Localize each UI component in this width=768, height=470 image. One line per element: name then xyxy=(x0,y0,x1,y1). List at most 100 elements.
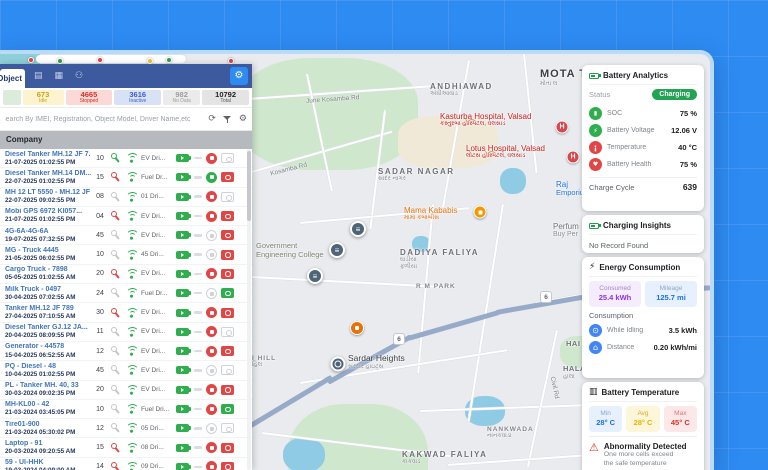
map-marker[interactable]: 6 xyxy=(540,291,552,303)
vehicle-row[interactable]: Diesel Tanker MH.14 DM... 22-07-2025 01:… xyxy=(0,168,252,187)
vehicle-row[interactable]: 59 - UI-HHK 19-03-2024 04:09:00 AM 14 09… xyxy=(0,458,252,470)
vehicle-name[interactable]: MH 12 LT 5550 - MH.12 JF 7... xyxy=(5,189,91,197)
map-marker[interactable] xyxy=(474,206,487,219)
power-status-icon[interactable] xyxy=(206,326,217,337)
power-status-icon[interactable] xyxy=(206,384,217,395)
camera-icon[interactable] xyxy=(221,327,234,337)
vehicle-row[interactable]: Cargo Truck - 7898 05-05-2025 01:02:55 A… xyxy=(0,265,252,284)
vehicle-name[interactable]: Laptop - 91 xyxy=(5,440,91,448)
power-status-icon[interactable] xyxy=(206,172,217,183)
vehicle-name[interactable]: Tire01-900 xyxy=(5,421,91,429)
vehicle-row[interactable]: Generator - 44578 15-04-2025 06:52:55 AM… xyxy=(0,342,252,361)
power-status-icon[interactable] xyxy=(206,423,217,434)
camera-icon[interactable] xyxy=(221,385,234,395)
company-group-header[interactable]: Company xyxy=(0,131,252,149)
vehicle-row[interactable]: Diesel Tanker MH.12 JF 7... 21-07-2025 0… xyxy=(0,149,252,168)
vehicle-list-scrollbar[interactable] xyxy=(247,149,251,470)
vehicle-name[interactable]: 59 - UI-HHK xyxy=(5,459,91,467)
vehicle-name[interactable]: Tanker MH.12 JF 789 xyxy=(5,305,91,313)
power-status-icon[interactable] xyxy=(206,288,217,299)
vehicle-row[interactable]: PL - Tanker MH. 40, 33 30-03-2024 09:02:… xyxy=(0,381,252,400)
network-icon[interactable]: ⚇ xyxy=(75,71,83,81)
camera-icon[interactable] xyxy=(221,288,234,298)
status-count-chip[interactable]: 4665 Stopped xyxy=(66,90,113,105)
vehicle-name[interactable]: MH-KL00 - 42 xyxy=(5,401,91,409)
camera-icon[interactable] xyxy=(221,365,234,375)
filter-icon[interactable] xyxy=(223,115,232,124)
camera-icon[interactable] xyxy=(221,443,234,453)
map-marker[interactable] xyxy=(331,357,346,372)
map-vehicle-dot[interactable] xyxy=(166,57,172,63)
map-vehicle-dot[interactable] xyxy=(28,57,34,63)
power-status-icon[interactable] xyxy=(206,153,217,164)
vehicle-row[interactable]: Diesel Tanker GJ.12 JA... 20-04-2025 08:… xyxy=(0,323,252,342)
vehicle-row[interactable]: MH-KL00 - 42 21-03-2024 03:45:05 PM 10 F… xyxy=(0,400,252,419)
vehicle-name[interactable]: PQ - Diesel - 48 xyxy=(5,363,91,371)
map-marker[interactable]: H xyxy=(556,121,569,134)
camera-icon[interactable] xyxy=(221,269,234,279)
vehicle-row[interactable]: Laptop - 91 20-03-2024 09:20:55 AM 15 08… xyxy=(0,438,252,457)
status-count-chip[interactable]: 10792 Total xyxy=(202,90,249,105)
vehicle-name[interactable]: Diesel Tanker MH.12 JF 7... xyxy=(5,151,91,159)
bin-icon[interactable]: ▤ xyxy=(34,71,43,81)
vehicle-row[interactable]: MG - Truck 4445 21-05-2025 06:02:55 PM 1… xyxy=(0,245,252,264)
vehicle-row[interactable]: MH 12 LT 5550 - MH.12 JF 7... 22-07-2025… xyxy=(0,188,252,207)
gear-icon[interactable]: ⚙ xyxy=(239,114,247,124)
power-status-icon[interactable] xyxy=(206,211,217,222)
camera-icon[interactable] xyxy=(221,192,234,202)
vehicle-row[interactable]: Milk Truck - 0497 30-04-2025 07:02:55 AM… xyxy=(0,284,252,303)
map-marker[interactable] xyxy=(350,321,364,335)
vehicle-name[interactable]: Mobi GPS 6972 KI057... xyxy=(5,208,91,216)
status-count-chip[interactable]: 3616 Inactive xyxy=(114,90,161,105)
tab-object[interactable]: Object xyxy=(0,69,25,88)
vehicle-row[interactable]: Mobi GPS 6972 KI057... 21-07-2025 01:02:… xyxy=(0,207,252,226)
vehicle-row[interactable]: 4G-6A-4G-6A 19-07-2025 07:32:55 PM 45 EV… xyxy=(0,226,252,245)
vehicle-name[interactable]: 4G-6A-4G-6A xyxy=(5,228,91,236)
vehicle-row[interactable]: Tanker MH.12 JF 789 27-04-2025 07:10:55 … xyxy=(0,303,252,322)
power-status-icon[interactable] xyxy=(206,249,217,260)
search-input[interactable] xyxy=(5,116,201,123)
power-status-icon[interactable] xyxy=(206,442,217,453)
vehicle-name[interactable]: Milk Truck - 0497 xyxy=(5,286,91,294)
wifi-signal-icon xyxy=(124,172,139,182)
vehicle-name[interactable]: Generator - 44578 xyxy=(5,343,91,351)
camera-icon[interactable] xyxy=(221,462,234,470)
camera-icon[interactable] xyxy=(221,423,234,433)
camera-icon[interactable] xyxy=(221,250,234,260)
camera-icon[interactable] xyxy=(221,153,234,163)
power-status-icon[interactable] xyxy=(206,307,217,318)
settings-button[interactable]: ⚙ xyxy=(230,67,248,85)
map-marker[interactable]: ≡ xyxy=(329,242,345,258)
map-vehicle-dot[interactable] xyxy=(97,57,103,63)
vehicle-name[interactable]: Cargo Truck - 7898 xyxy=(5,266,91,274)
vehicle-name[interactable]: Diesel Tanker GJ.12 JA... xyxy=(5,324,91,332)
camera-icon[interactable] xyxy=(221,346,234,356)
status-count-chip[interactable] xyxy=(3,90,21,105)
camera-icon[interactable] xyxy=(221,404,234,414)
power-status-icon[interactable] xyxy=(206,365,217,376)
status-count-chip[interactable]: 673 Idle xyxy=(23,90,64,105)
camera-icon[interactable] xyxy=(221,308,234,318)
vehicle-name[interactable]: PL - Tanker MH. 40, 33 xyxy=(5,382,91,390)
vehicle-row[interactable]: Tire01-900 21-03-2024 05:30:02 PM 12 05 … xyxy=(0,419,252,438)
map-marker[interactable]: ≡ xyxy=(350,221,366,237)
power-status-icon[interactable] xyxy=(206,268,217,279)
vehicle-name[interactable]: Diesel Tanker MH.14 DM... xyxy=(5,170,91,178)
camera-icon[interactable] xyxy=(221,172,234,182)
map-marker[interactable]: 6 xyxy=(393,333,405,345)
power-status-icon[interactable] xyxy=(206,191,217,202)
power-status-icon[interactable] xyxy=(206,230,217,241)
grid-view-icon[interactable]: ▦ xyxy=(55,71,64,81)
vehicle-name[interactable]: MG - Truck 4445 xyxy=(5,247,91,255)
refresh-icon[interactable]: ⟳ xyxy=(208,114,216,124)
power-status-icon[interactable] xyxy=(206,461,217,470)
camera-icon[interactable] xyxy=(221,211,234,221)
vehicle-row[interactable]: PQ - Diesel - 48 10-04-2025 01:02:55 PM … xyxy=(0,361,252,380)
power-status-icon[interactable] xyxy=(206,404,217,415)
map-marker[interactable]: ≡ xyxy=(307,268,323,284)
vehicle-list[interactable]: Diesel Tanker MH.12 JF 7... 21-07-2025 0… xyxy=(0,149,252,470)
power-status-icon[interactable] xyxy=(206,346,217,357)
camera-icon[interactable] xyxy=(221,230,234,240)
map-marker[interactable]: H xyxy=(567,151,580,164)
status-count-chip[interactable]: 982 No Data xyxy=(163,90,200,105)
